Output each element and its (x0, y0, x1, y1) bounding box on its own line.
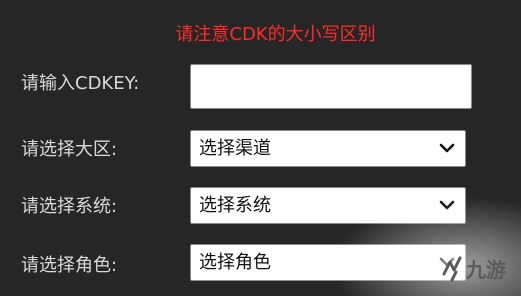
role-select-value: 选择角色 (199, 252, 271, 273)
cdkey-input[interactable] (190, 64, 472, 109)
svg-text:九游: 九游 (465, 258, 506, 282)
region-label: 请选择大区: (21, 139, 118, 160)
role-select[interactable]: 选择角色 (190, 244, 466, 281)
system-select[interactable]: 选择系统 (190, 187, 466, 224)
chevron-down-icon (439, 257, 455, 267)
region-select-value: 选择渠道 (199, 138, 271, 159)
system-select-value: 选择系统 (199, 195, 271, 216)
chevron-down-icon (439, 200, 455, 210)
chevron-down-icon (439, 143, 455, 153)
system-label: 请选择系统: (21, 196, 118, 217)
role-label: 请选择角色: (21, 255, 118, 276)
cdk-case-notice: 请注意CDK的大小写区别 (175, 24, 376, 45)
region-select[interactable]: 选择渠道 (190, 130, 466, 167)
cdkey-label: 请输入CDKEY: (21, 73, 140, 94)
